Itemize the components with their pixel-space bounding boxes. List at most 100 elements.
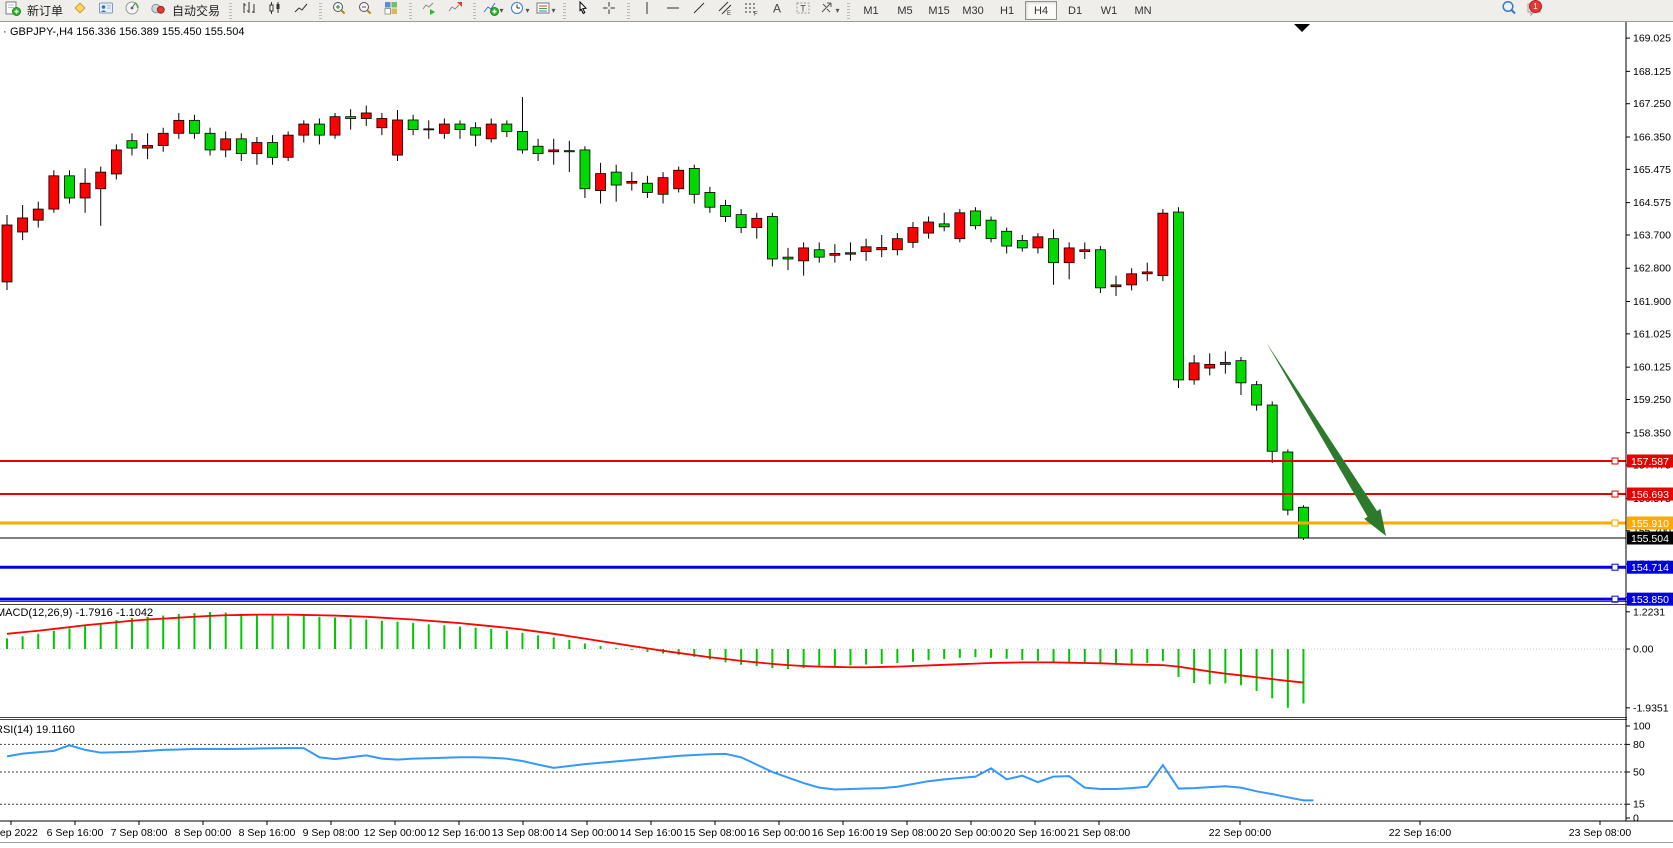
chart-canvas[interactable]: 169.025168.125167.250166.350165.475164.5…: [0, 22, 1673, 843]
candle-body: [1174, 212, 1184, 380]
rsi-axis-label: 50: [1633, 767, 1645, 779]
chart-shift-button[interactable]: [442, 1, 468, 20]
crosshair-button[interactable]: [596, 1, 622, 20]
zoom-out-button[interactable]: [352, 1, 378, 20]
candle-body: [236, 139, 246, 154]
time-label: 16 Sep 16:00: [812, 827, 875, 839]
candlestick-chart-button[interactable]: [262, 1, 288, 20]
bar-chart-button[interactable]: [236, 1, 262, 20]
candle-body: [892, 239, 902, 250]
hline-handle[interactable]: [1612, 458, 1618, 464]
templates-icon: [535, 0, 551, 21]
new-order-label[interactable]: 新订单: [26, 2, 67, 19]
vertical-line-tool-button[interactable]: [634, 1, 660, 20]
autotrading-button[interactable]: [145, 1, 171, 20]
chart-symbol-title: GBPJPY-,H4 156.336 156.389 155.450 155.5…: [10, 26, 244, 38]
candle-body: [283, 135, 293, 157]
terminal-icon: [98, 0, 114, 21]
candle-body: [189, 120, 199, 133]
timeframe-m1[interactable]: M1: [855, 1, 887, 20]
price-badge-label: 155.910: [1631, 518, 1669, 530]
toolbar-grip: [229, 3, 232, 19]
candle-body: [767, 216, 777, 259]
tile-windows-button[interactable]: [378, 1, 404, 20]
chart-window[interactable]: 169.025168.125167.250166.350165.475164.5…: [0, 22, 1673, 848]
time-label: 12 Sep 16:00: [428, 827, 491, 839]
candle-body: [814, 250, 824, 257]
hline-handle[interactable]: [1612, 564, 1618, 570]
candle-body: [580, 150, 590, 189]
hline-handle[interactable]: [1612, 491, 1618, 497]
timeframe-d1[interactable]: D1: [1059, 1, 1091, 20]
candle-body: [877, 248, 887, 250]
autotrading-label[interactable]: 自动交易: [171, 2, 224, 19]
candle-body: [471, 128, 481, 135]
candle-body: [1002, 231, 1012, 246]
price-tick-label: 161.900: [1633, 296, 1671, 308]
timeframe-h4[interactable]: H4: [1025, 1, 1057, 20]
cursor-button[interactable]: [570, 1, 596, 20]
time-label: 9 Sep 08:00: [303, 827, 360, 839]
vertical-line-icon: [639, 0, 655, 21]
candle-body: [1017, 241, 1027, 248]
chat-button[interactable]: 1: [1522, 1, 1548, 20]
terminal-button[interactable]: [93, 1, 119, 20]
new-order-button[interactable]: [0, 1, 26, 20]
trendline-tool-button[interactable]: [686, 1, 712, 20]
search-button[interactable]: [1496, 1, 1522, 20]
time-label: 23 Sep 08:00: [1569, 827, 1632, 839]
svg-text:E: E: [727, 11, 731, 16]
timeframe-mn[interactable]: MN: [1127, 1, 1159, 20]
candle-body: [1267, 405, 1277, 451]
text-tool-button[interactable]: A: [764, 1, 790, 20]
toolbar-grip: [847, 3, 850, 19]
timeframe-m30[interactable]: M30: [957, 1, 989, 20]
candle-body: [939, 224, 949, 227]
candle-body: [1205, 364, 1215, 368]
label-tool-button[interactable]: T: [790, 1, 816, 20]
arrows-tool-button[interactable]: ▾: [816, 1, 842, 20]
metaeditor-button[interactable]: [67, 1, 93, 20]
timeframe-w1[interactable]: W1: [1093, 1, 1125, 20]
auto-scroll-button[interactable]: [416, 1, 442, 20]
hline-handle[interactable]: [1612, 520, 1618, 526]
svg-text:A: A: [773, 2, 781, 16]
timeframe-m5[interactable]: M5: [889, 1, 921, 20]
zoom-in-icon: [331, 0, 347, 21]
fibonacci-tool-button[interactable]: F: [738, 1, 764, 20]
candle-body: [268, 143, 278, 158]
candle-body: [642, 183, 652, 192]
autotrading-icon: [150, 0, 166, 21]
candle-body: [611, 172, 621, 185]
line-chart-button[interactable]: [288, 1, 314, 20]
horizontal-line-tool-button[interactable]: [660, 1, 686, 20]
zoom-in-button[interactable]: [326, 1, 352, 20]
candle-body: [361, 113, 371, 119]
indicators-button[interactable]: ▾: [480, 1, 506, 20]
candle-body: [346, 117, 356, 119]
time-label: 13 Sep 08:00: [492, 827, 555, 839]
candle-body: [486, 124, 496, 139]
candle-body: [1189, 363, 1199, 380]
candle-body: [33, 209, 43, 220]
candle-body: [908, 228, 918, 243]
timeframe-h1[interactable]: H1: [991, 1, 1023, 20]
strategy-tester-button[interactable]: [119, 1, 145, 20]
time-label: 8 Sep 16:00: [239, 827, 296, 839]
candle-body: [1142, 272, 1152, 274]
candle-body: [549, 150, 559, 152]
tile-windows-icon: [383, 0, 399, 21]
metaeditor-icon: [72, 0, 88, 21]
price-badge-label: 157.587: [1631, 456, 1669, 468]
channel-tool-button[interactable]: E: [712, 1, 738, 20]
timeframe-m15[interactable]: M15: [923, 1, 955, 20]
periods-button[interactable]: ▾: [506, 1, 532, 20]
templates-button[interactable]: ▾: [532, 1, 558, 20]
chevron-down-icon: ▾: [526, 6, 530, 15]
search-icon: [1500, 0, 1518, 22]
candle-body: [1252, 385, 1262, 405]
price-badge-label: 153.850: [1631, 594, 1669, 606]
candle-body: [736, 215, 746, 228]
candle-body: [49, 176, 59, 209]
toolbar-grip: [627, 3, 630, 19]
